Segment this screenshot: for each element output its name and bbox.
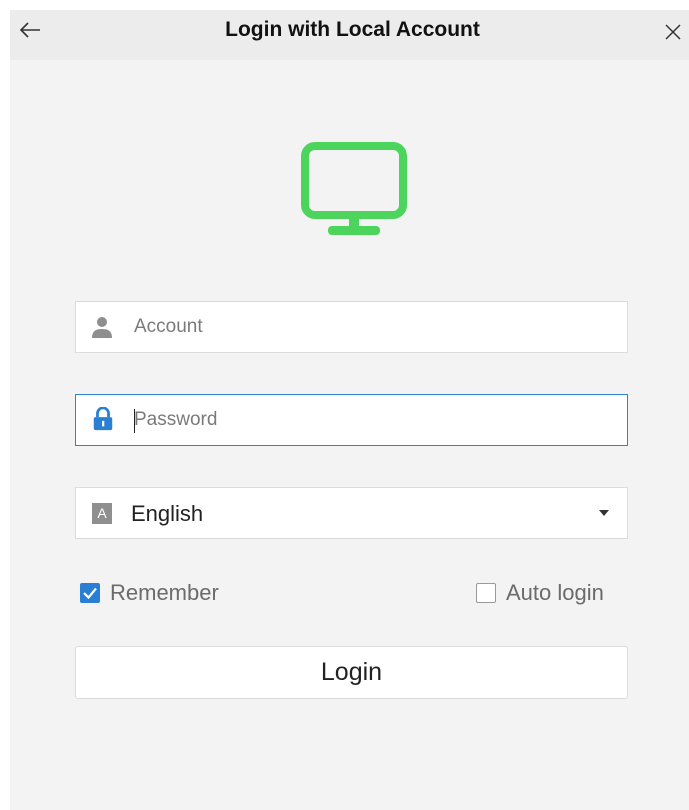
window-title: Login with Local Account: [225, 18, 480, 41]
language-select[interactable]: A English: [75, 487, 628, 539]
auto-login-checkbox-box[interactable]: [476, 583, 496, 603]
password-field: [75, 394, 628, 446]
close-button[interactable]: [657, 14, 689, 50]
user-icon: [92, 317, 112, 338]
remember-checkbox[interactable]: Remember: [80, 580, 219, 606]
monitor-icon: [301, 142, 407, 235]
password-input[interactable]: [134, 395, 614, 445]
checkmark-icon: [83, 587, 97, 600]
close-icon: [665, 24, 681, 40]
account-input[interactable]: [134, 302, 614, 352]
language-selected-value: English: [131, 501, 204, 526]
lock-icon: [93, 407, 113, 431]
language-icon: A: [92, 503, 112, 524]
remember-checkbox-box[interactable]: [80, 583, 100, 603]
remember-label: Remember: [110, 580, 219, 605]
auto-login-label: Auto login: [506, 580, 604, 605]
auto-login-checkbox[interactable]: Auto login: [476, 580, 604, 606]
account-field: [75, 301, 628, 353]
text-caret: [134, 409, 135, 433]
chevron-down-icon: [599, 510, 609, 516]
login-button[interactable]: Login: [75, 646, 628, 699]
